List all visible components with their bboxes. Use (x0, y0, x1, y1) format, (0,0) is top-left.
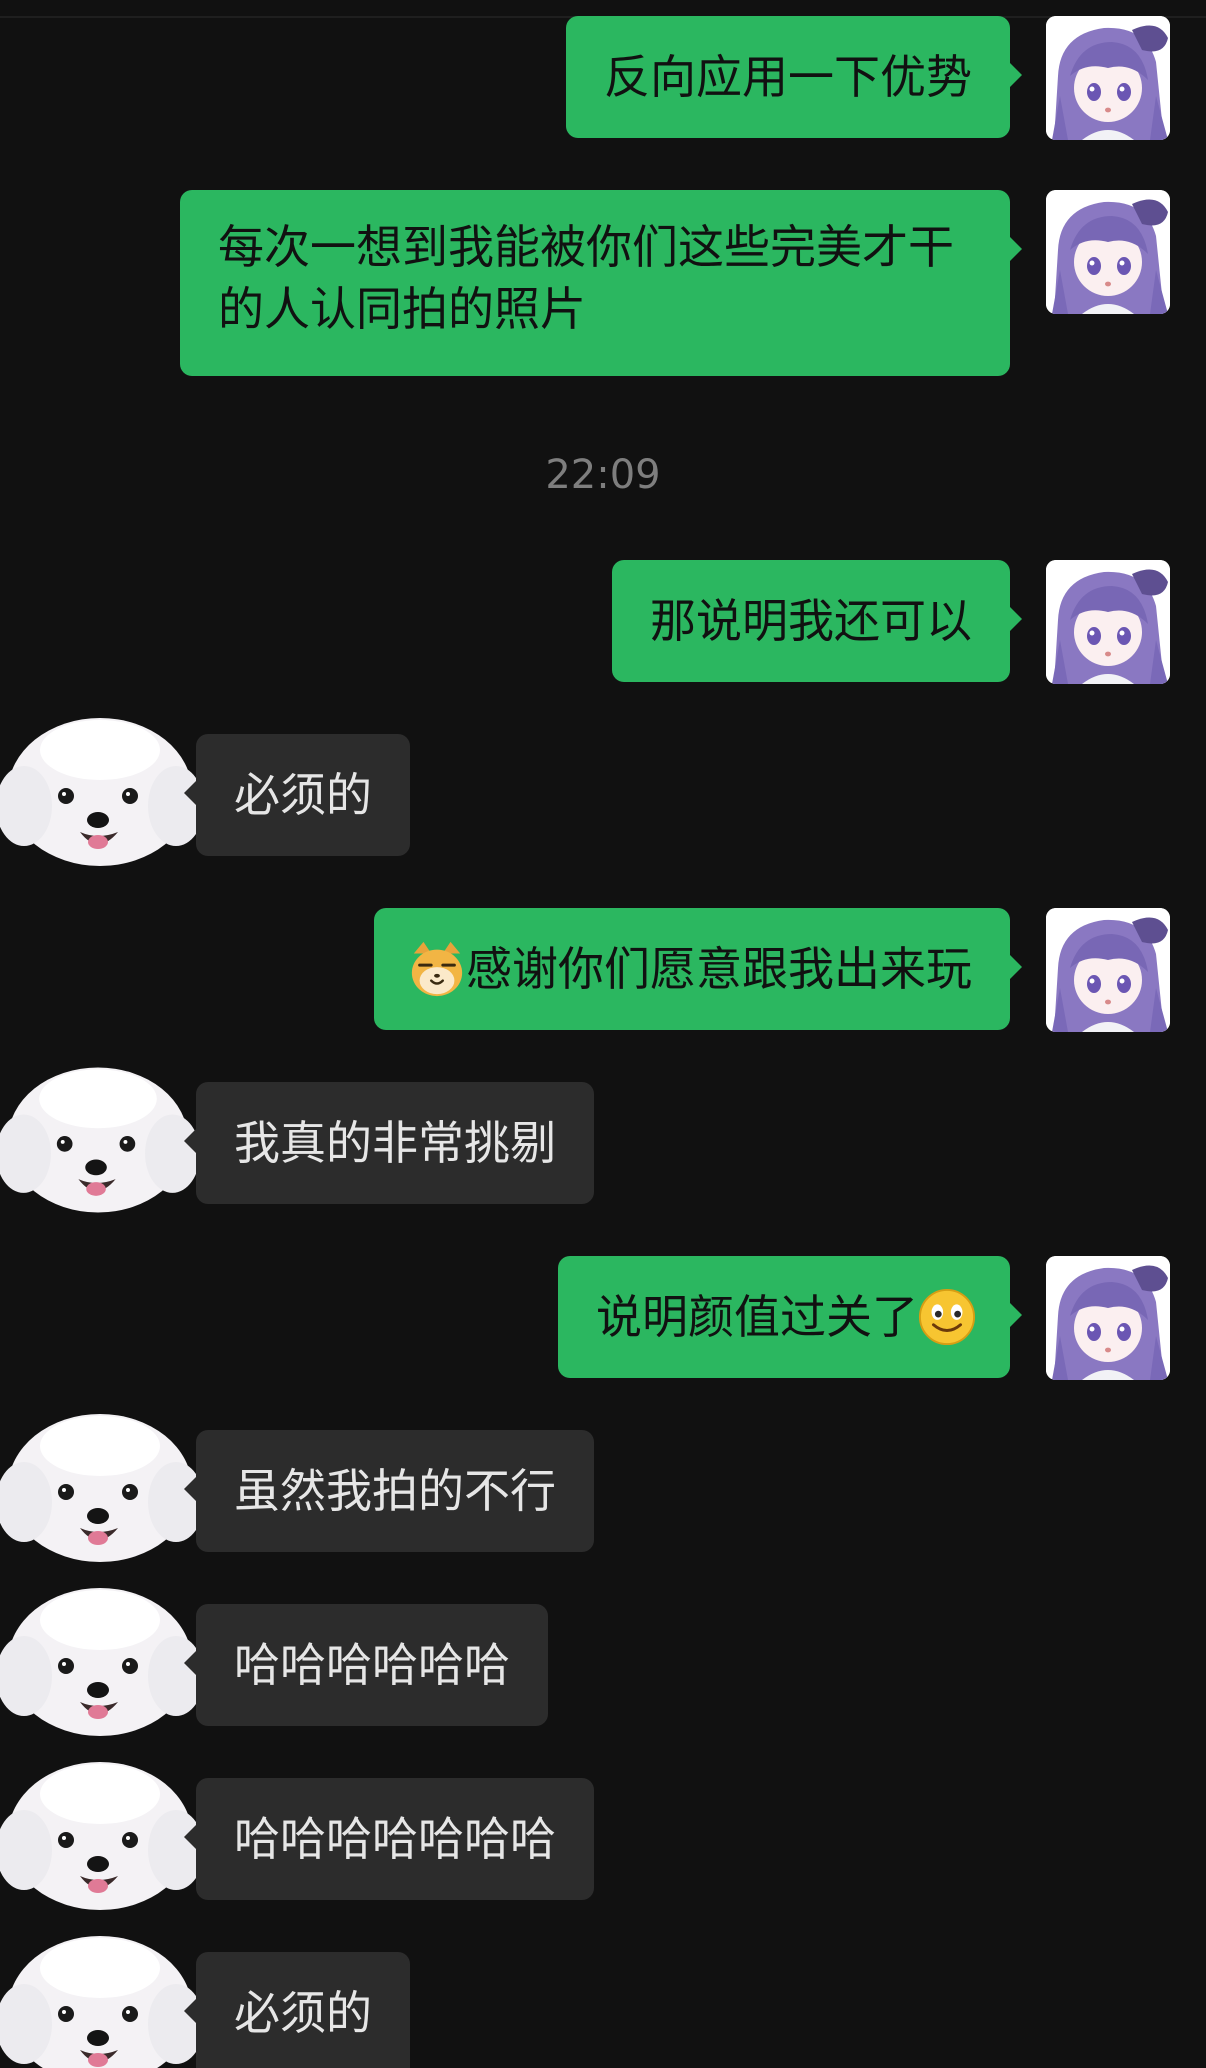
anime-girl-avatar-icon (1046, 908, 1170, 1032)
incoming-message-bubble[interactable]: 哈哈哈哈哈哈 (184, 1604, 548, 1726)
message-text: 每次一想到我能被你们这些完美才干的人认同拍的照片 (218, 220, 954, 336)
bichon-dog-avatar-icon (0, 710, 200, 870)
message-text: 必须的 (234, 1986, 372, 2040)
message-text: 感谢你们愿意跟我出来玩 (466, 942, 972, 996)
outgoing-message-bubble[interactable]: 感谢你们愿意跟我出来玩 (374, 908, 1022, 1030)
bichon-dog-avatar[interactable] (0, 1754, 200, 1914)
chat-conversation[interactable]: 反向应用一下优势 每次一想到我能被你们这些完美才干的人认同拍的照片 22:09 … (0, 0, 1206, 2068)
anime-girl-avatar[interactable] (1046, 560, 1170, 684)
incoming-message-bubble[interactable]: 哈哈哈哈哈哈哈 (184, 1778, 594, 1900)
bichon-dog-avatar[interactable] (0, 710, 200, 870)
incoming-message-bubble[interactable]: 虽然我拍的不行 (184, 1430, 594, 1552)
anime-girl-avatar[interactable] (1046, 908, 1170, 1032)
anime-girl-avatar[interactable] (1046, 1256, 1170, 1380)
outgoing-message-bubble[interactable]: 每次一想到我能被你们这些完美才干的人认同拍的照片 (180, 190, 1022, 376)
message-text: 哈哈哈哈哈哈哈 (234, 1812, 556, 1866)
anime-girl-avatar[interactable] (1046, 190, 1170, 314)
anime-girl-avatar-icon (1046, 1256, 1170, 1380)
anime-girl-avatar-icon (1046, 16, 1170, 140)
message-timestamp: 22:09 (545, 452, 661, 498)
incoming-message-bubble[interactable]: 必须的 (184, 1952, 410, 2068)
outgoing-message-bubble[interactable]: 那说明我还可以 (612, 560, 1022, 682)
message-text: 说明颜值过关了 (596, 1290, 918, 1344)
bichon-dog-avatar[interactable] (0, 1406, 200, 1566)
bichon-dog-avatar-icon (0, 1580, 200, 1740)
outgoing-message-bubble[interactable]: 反向应用一下优势 (566, 16, 1022, 138)
message-text: 我真的非常挑剔 (234, 1116, 556, 1170)
outgoing-message-bubble[interactable]: 说明颜值过关了 (558, 1256, 1022, 1378)
incoming-message-bubble[interactable]: 我真的非常挑剔 (184, 1082, 594, 1204)
message-text: 哈哈哈哈哈哈 (234, 1638, 510, 1692)
message-text: 那说明我还可以 (650, 594, 972, 648)
bichon-dog-avatar[interactable] (0, 1580, 200, 1740)
anime-girl-avatar-icon (1046, 190, 1170, 314)
smile-emoji-icon (918, 1288, 976, 1346)
bichon-dog-avatar-icon (0, 1058, 196, 1218)
bichon-dog-avatar-icon (0, 1754, 200, 1914)
message-text: 虽然我拍的不行 (234, 1464, 556, 1518)
bichon-dog-avatar[interactable] (0, 1058, 196, 1218)
bichon-dog-avatar-icon (0, 1928, 200, 2068)
incoming-message-bubble[interactable]: 必须的 (184, 734, 410, 856)
bichon-dog-avatar-icon (0, 1406, 200, 1566)
anime-girl-avatar-icon (1046, 560, 1170, 684)
bichon-dog-avatar[interactable] (0, 1928, 200, 2068)
message-text: 必须的 (234, 768, 372, 822)
anime-girl-avatar[interactable] (1046, 16, 1170, 140)
message-text: 反向应用一下优势 (604, 50, 972, 104)
doge-cat-emoji-icon (408, 940, 466, 998)
